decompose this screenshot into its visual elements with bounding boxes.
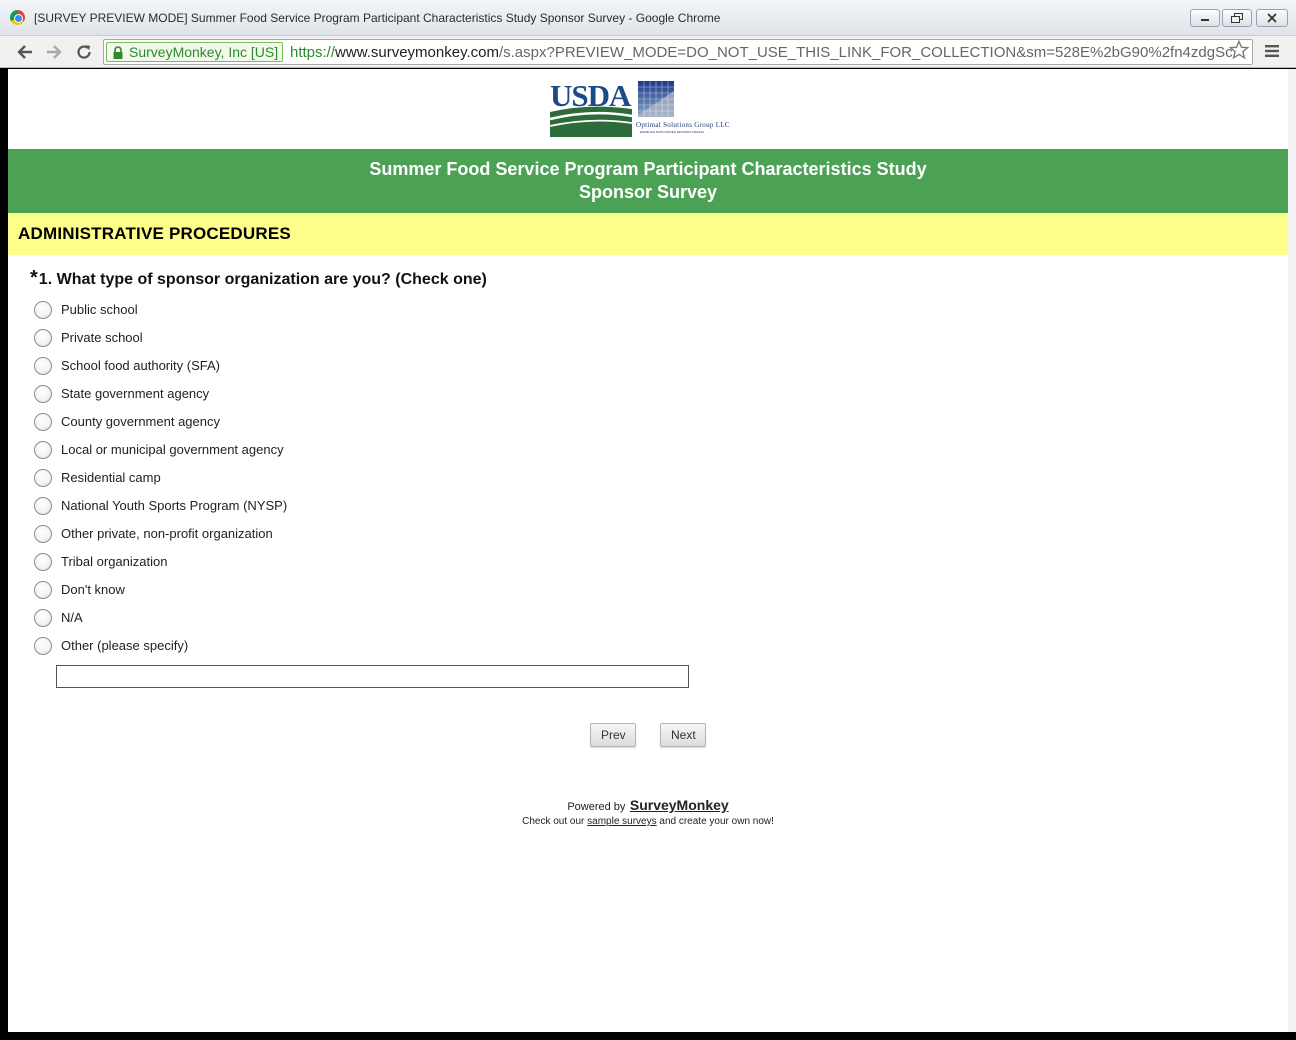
section-header: ADMINISTRATIVE PROCEDURES <box>8 213 1288 255</box>
option-label[interactable]: School food authority (SFA) <box>61 358 220 373</box>
option-private-school[interactable]: Private school <box>34 328 354 356</box>
option-label[interactable]: Other private, non-profit organization <box>61 526 273 541</box>
title-bar: [SURVEY PREVIEW MODE] Summer Food Servic… <box>0 0 1296 36</box>
powered-by-text: Powered by <box>567 801 626 813</box>
radio-button[interactable] <box>34 525 52 543</box>
reload-icon <box>77 45 91 59</box>
option-sfa[interactable]: School food authority (SFA) <box>34 356 354 384</box>
radio-button[interactable] <box>34 357 52 375</box>
restore-button[interactable] <box>1222 9 1252 27</box>
option-other[interactable]: Other (please specify) <box>34 636 354 664</box>
radio-button[interactable] <box>34 637 52 655</box>
optimal-logo-text: Optimal Solutions Group LLC <box>636 121 730 129</box>
forward-arrow-icon <box>47 45 62 59</box>
minimize-button[interactable] <box>1190 9 1220 27</box>
restore-icon <box>1231 13 1243 23</box>
radio-button[interactable] <box>34 441 52 459</box>
background-window-edge <box>1288 69 1296 1032</box>
option-label[interactable]: National Youth Sports Program (NYSP) <box>61 498 287 513</box>
window-bottom-edge <box>0 1032 1296 1040</box>
close-button[interactable] <box>1256 9 1288 27</box>
option-nonprofit[interactable]: Other private, non-profit organization <box>34 524 354 552</box>
option-nysp[interactable]: National Youth Sports Program (NYSP) <box>34 496 354 524</box>
radio-button[interactable] <box>34 581 52 599</box>
footer-text-suffix: and create your own now! <box>659 816 774 827</box>
survey-title-line1: Summer Food Service Program Participant … <box>369 159 927 179</box>
lock-icon <box>113 46 123 59</box>
radio-button[interactable] <box>34 385 52 403</box>
radio-button[interactable] <box>34 609 52 627</box>
ev-certificate-text: SurveyMonkey, Inc [US] <box>129 44 279 60</box>
window-title: [SURVEY PREVIEW MODE] Summer Food Servic… <box>34 11 721 25</box>
back-arrow-icon <box>17 45 32 59</box>
ev-certificate-badge[interactable]: SurveyMonkey, Inc [US] <box>106 42 284 62</box>
question-text: *1. What type of sponsor organization ar… <box>30 267 487 290</box>
survey-title-banner: Summer Food Service Program Participant … <box>8 149 1288 213</box>
radio-button[interactable] <box>34 329 52 347</box>
option-label[interactable]: Public school <box>61 302 138 317</box>
optimal-solutions-logo <box>638 81 674 117</box>
menu-icon[interactable] <box>1264 44 1280 58</box>
url-host: www.surveymonkey.com <box>335 44 499 61</box>
chrome-logo-icon <box>10 10 25 25</box>
url-path: /s.aspx?PREVIEW_MODE=DO_NOT_USE_THIS_LIN… <box>498 44 1233 61</box>
browser-toolbar: SurveyMonkey, Inc [US] https://www.surve… <box>0 36 1296 68</box>
reload-button[interactable] <box>73 42 95 62</box>
answer-options: Public school Private school School food… <box>34 300 354 664</box>
page-viewport: USDA Optimal Solutions Group LLC ENABLIN… <box>8 69 1288 1032</box>
back-button[interactable] <box>14 42 36 62</box>
radio-button[interactable] <box>34 413 52 431</box>
radio-button[interactable] <box>34 469 52 487</box>
radio-button[interactable] <box>34 553 52 571</box>
option-state-agency[interactable]: State government agency <box>34 384 354 412</box>
browser-window: [SURVEY PREVIEW MODE] Summer Food Servic… <box>0 0 1296 1040</box>
optimal-logo-tagline: ENABLING DATA-DRIVEN DECISION MAKING <box>640 130 704 134</box>
option-na[interactable]: N/A <box>34 608 354 636</box>
radio-button[interactable] <box>34 301 52 319</box>
footer: Powered by SurveyMonkey Check out our sa… <box>448 797 848 827</box>
header-logos: USDA Optimal Solutions Group LLC ENABLIN… <box>548 79 758 139</box>
close-icon <box>1267 13 1277 23</box>
option-local-agency[interactable]: Local or municipal government agency <box>34 440 354 468</box>
url-text[interactable]: https://www.surveymonkey.com/s.aspx?PREV… <box>290 44 1233 61</box>
sample-surveys-link[interactable]: sample surveys <box>587 816 656 827</box>
required-asterisk: * <box>30 267 38 289</box>
option-public-school[interactable]: Public school <box>34 300 354 328</box>
address-bar[interactable]: SurveyMonkey, Inc [US] https://www.surve… <box>103 39 1253 65</box>
option-tribal[interactable]: Tribal organization <box>34 552 354 580</box>
section-title: ADMINISTRATIVE PROCEDURES <box>18 224 291 243</box>
option-label[interactable]: Don't know <box>61 582 125 597</box>
option-label[interactable]: Other (please specify) <box>61 638 188 653</box>
usda-logo: USDA <box>549 79 633 137</box>
star-icon[interactable] <box>1229 40 1249 60</box>
next-button[interactable]: Next <box>660 723 706 747</box>
survey-title-line2: Sponsor Survey <box>578 182 718 202</box>
url-scheme: https:// <box>290 44 336 61</box>
surveymonkey-link[interactable]: SurveyMonkey <box>630 797 729 813</box>
minimize-icon <box>1201 19 1209 21</box>
option-label[interactable]: Local or municipal government agency <box>61 442 284 457</box>
option-label[interactable]: Tribal organization <box>61 554 167 569</box>
option-label[interactable]: Residential camp <box>61 470 161 485</box>
option-residential-camp[interactable]: Residential camp <box>34 468 354 496</box>
forward-button[interactable] <box>43 42 65 62</box>
option-label[interactable]: N/A <box>61 610 83 625</box>
option-label[interactable]: State government agency <box>61 386 209 401</box>
option-dont-know[interactable]: Don't know <box>34 580 354 608</box>
option-label[interactable]: County government agency <box>61 414 220 429</box>
footer-text-prefix: Check out our <box>522 816 585 827</box>
option-label[interactable]: Private school <box>61 330 143 345</box>
other-specify-input[interactable] <box>56 665 689 688</box>
prev-button[interactable]: Prev <box>590 723 636 747</box>
question-label: 1. What type of sponsor organization are… <box>38 271 487 288</box>
option-county-agency[interactable]: County government agency <box>34 412 354 440</box>
radio-button[interactable] <box>34 497 52 515</box>
